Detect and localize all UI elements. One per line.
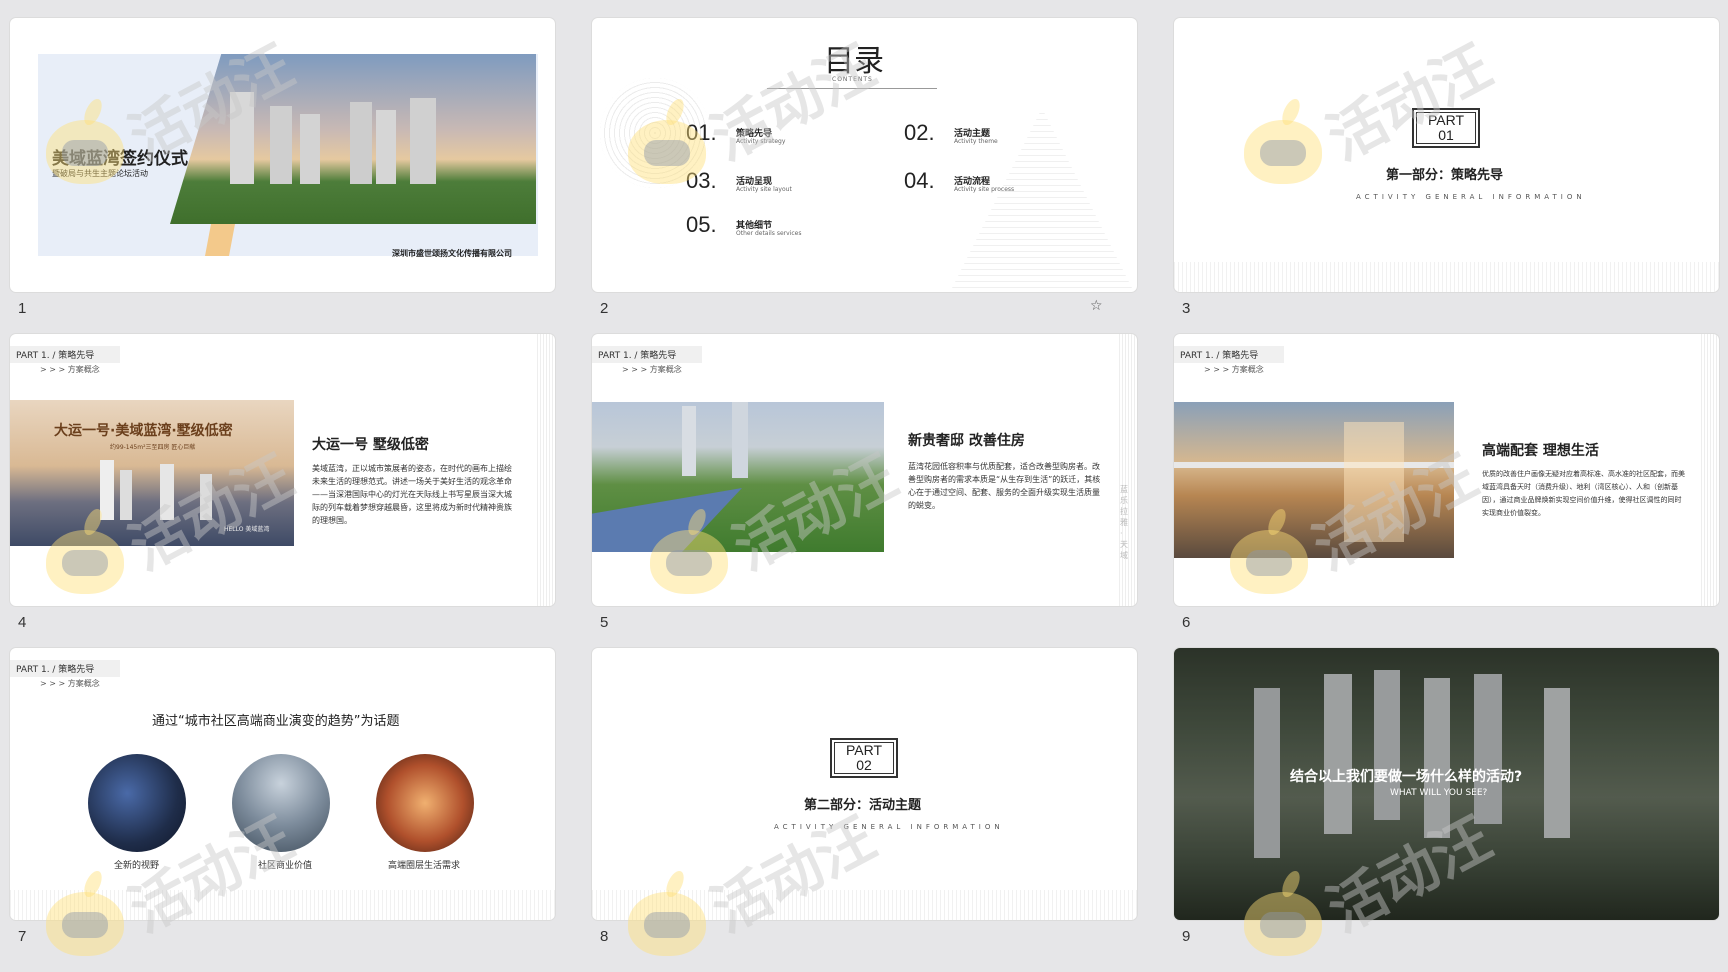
slide-6-sub: > > > 方案概念 (1204, 365, 1264, 374)
slide-5-title: 新贵奢邸 改善住房 (908, 433, 1025, 449)
slide-7-title: 通过“城市社区高端商业演变的趋势”为话题 (152, 714, 400, 729)
toc-item-4-number: 04. (904, 168, 935, 193)
slide-4-paragraph: 美域蓝湾，正以城市策展者的姿态，在时代的画布上描绘未来生活的理想范式。讲述一场关… (312, 464, 512, 525)
slide-number-3: 3 (1182, 300, 1191, 317)
slide-number-4: 4 (18, 614, 27, 631)
toc-heading-rule (767, 88, 937, 89)
toc-item-5-number: 05. (686, 212, 717, 237)
part-02-badge: PART 02 (830, 738, 898, 778)
slide-4-photo-title: 大运一号·美域蓝湾·墅级低密 (54, 423, 233, 439)
part-01-label: PART 01 (1427, 112, 1465, 143)
toc-heading: 目录 (824, 44, 884, 79)
slide-thumbnail-5[interactable]: PART 1. / 策略先导 > > > 方案概念 新贵奢邸 改善住房 蓝湾花园… (592, 334, 1137, 606)
slide-4-title: 大运一号 墅级低密 (312, 437, 429, 453)
slide-8-subtitle: ACTIVITY GENERAL INFORMATION (774, 823, 1004, 831)
slide-1-company: 深圳市盛世颂扬文化传播有限公司 (392, 249, 512, 258)
slide-4-photo: 大运一号·美域蓝湾·墅级低密 约99-145m²三至四房 匠心巨献 HELLO … (10, 400, 294, 546)
toc-item-5-en: Other details services (736, 230, 802, 237)
slide-thumbnail-4[interactable]: PART 1. / 策略先导 > > > 方案概念 大运一号·美域蓝湾·墅级低密… (10, 334, 555, 606)
slide-7-tag: PART 1. / 策略先导 (10, 660, 120, 677)
slide-3-stripes (1174, 262, 1719, 292)
slide-3-subtitle: ACTIVITY GENERAL INFORMATION (1356, 193, 1586, 201)
slide-number-1: 1 (18, 300, 27, 317)
slide-5-sub: > > > 方案概念 (622, 365, 682, 374)
slide-6-stripes (1701, 334, 1719, 606)
slide-number-6: 6 (1182, 614, 1191, 631)
slide-1-subtitle: 暨破局与共生主题论坛活动 (52, 169, 148, 178)
slide-6-tag: PART 1. / 策略先导 (1174, 346, 1284, 363)
slide-9-subtitle: WHAT WILL YOU SEE? (1390, 788, 1488, 798)
slide-7-caption-2: 社区商业价值 (258, 861, 313, 871)
slide-4-photo-logo: HELLO 美域蓝湾 (224, 526, 270, 533)
slide-8-title: 第二部分：活动主题 (804, 798, 922, 813)
slide-number-5: 5 (600, 614, 609, 631)
slide-7-circle-photo-1 (88, 754, 186, 852)
part-01-badge: PART 01 (1412, 108, 1480, 148)
slide-4-tag: PART 1. / 策略先导 (10, 346, 120, 363)
slide-5-tag: PART 1. / 策略先导 (592, 346, 702, 363)
slide-thumbnail-9[interactable]: 结合以上我们要做一场什么样的活动? WHAT WILL YOU SEE? (1174, 648, 1719, 920)
slide-number-8: 8 (600, 928, 609, 945)
slide-5-side-text: 蓝乐拉雅·天域 (1120, 485, 1128, 560)
slide-thumbnail-1[interactable]: 美域蓝湾签约仪式 暨破局与共生主题论坛活动 深圳市盛世颂扬文化传播有限公司 (10, 18, 555, 292)
slide-9-title: 结合以上我们要做一场什么样的活动? (1290, 769, 1523, 785)
slide-5-photo (592, 402, 884, 552)
toc-item-1-en: Activity strategy (736, 138, 786, 145)
slide-6-title: 高端配套 理想生活 (1482, 443, 1599, 459)
slide-thumbnail-7[interactable]: PART 1. / 策略先导 > > > 方案概念 通过“城市社区高端商业演变的… (10, 648, 555, 920)
slide-6-paragraph: 优质的改善住户画像无疑对应着高标准、高水准的社区配套，而美域蓝湾具备天时（消费升… (1482, 470, 1685, 517)
slide-thumbnail-8[interactable]: PART 02 第二部分：活动主题 ACTIVITY GENERAL INFOR… (592, 648, 1137, 920)
slide-7-stripes (10, 890, 555, 920)
slide-1-title: 美域蓝湾签约仪式 (52, 149, 188, 169)
slide-6-photo (1174, 402, 1454, 558)
slide-7-caption-1: 全新的视野 (114, 861, 160, 871)
slide-1-photo (170, 54, 536, 224)
slide-7-sub: > > > 方案概念 (40, 679, 100, 688)
slide-7-circle-photo-2 (232, 754, 330, 852)
toc-item-4-en: Activity site process (954, 186, 1015, 193)
slide-5-paragraph: 蓝湾花园低容积率与优质配套，适合改善型购房者。改善型购房者的需求本质是“从生存到… (908, 462, 1101, 510)
slide-thumbnail-3[interactable]: PART 01 第一部分：策略先导 ACTIVITY GENERAL INFOR… (1174, 18, 1719, 292)
slide-number-2: 2 (600, 300, 609, 317)
toc-item-2-en: Activity theme (954, 138, 998, 145)
toc-heading-en: CONTENTS (832, 76, 873, 83)
toc-item-3-number: 03. (686, 168, 717, 193)
slide-8-stripes (592, 890, 1137, 920)
slide-4-stripes (537, 334, 555, 606)
toc-item-3-en: Activity site layout (736, 186, 792, 193)
slide-4-sub: > > > 方案概念 (40, 365, 100, 374)
slide-4-photo-sub: 约99-145m²三至四房 匠心巨献 (110, 444, 196, 451)
part-02-label: PART 02 (845, 742, 883, 773)
slide-thumbnail-2[interactable]: 目录 CONTENTS 01. 策略先导 Activity strategy 0… (592, 18, 1137, 292)
slide-7-circle-photo-3 (376, 754, 474, 852)
slide-number-7: 7 (18, 928, 27, 945)
slide-5-stripes (1119, 334, 1137, 606)
slide-3-title: 第一部分：策略先导 (1386, 168, 1504, 183)
toc-item-2-number: 02. (904, 120, 935, 145)
star-icon[interactable]: ☆ (1090, 298, 1103, 314)
slide-number-9: 9 (1182, 928, 1191, 945)
slide-thumbnail-6[interactable]: PART 1. / 策略先导 > > > 方案概念 高端配套 理想生活 优质的改… (1174, 334, 1719, 606)
slide-7-caption-3: 高端圈层生活需求 (388, 861, 461, 871)
toc-item-1-number: 01. (686, 120, 717, 145)
